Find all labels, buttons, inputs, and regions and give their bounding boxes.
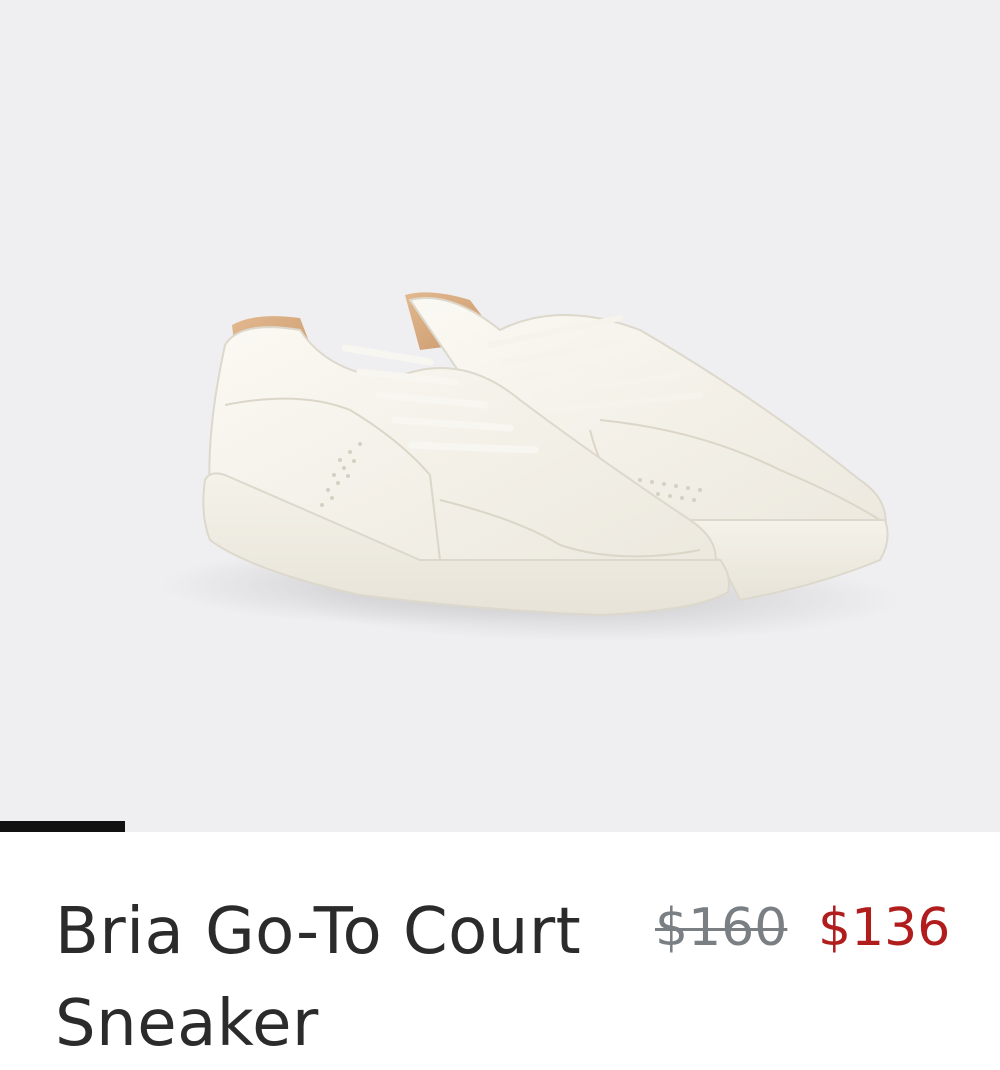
gallery-progress-bar: [0, 821, 1000, 832]
sale-price: $136: [818, 898, 951, 958]
original-price: $160: [655, 898, 788, 958]
product-image-gallery[interactable]: [0, 0, 1000, 832]
gallery-progress-indicator: [0, 821, 125, 832]
sneaker-pair-image: [160, 292, 900, 642]
product-title: Bria Go-To Court Sneaker: [55, 895, 582, 1061]
